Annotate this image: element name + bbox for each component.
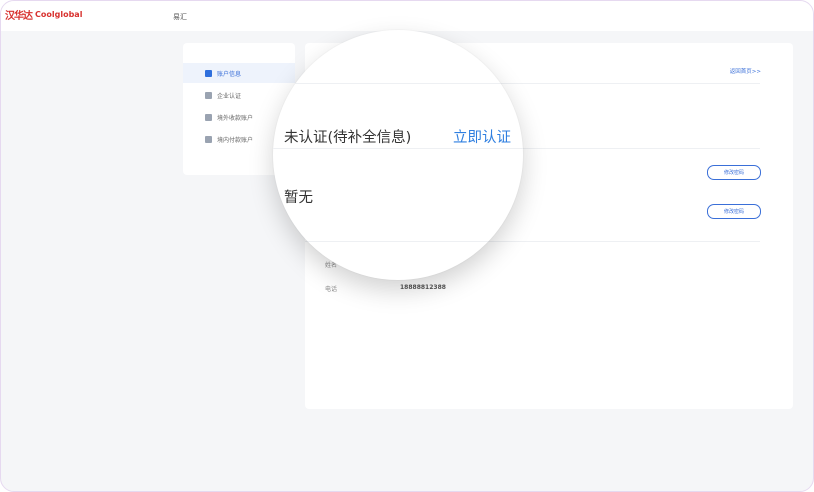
bank-card-icon	[205, 113, 212, 121]
user-icon	[205, 69, 212, 77]
sidebar-item-account-info[interactable]: 账户信息	[183, 63, 295, 83]
verification-status: 未认证(待补全信息)	[284, 130, 412, 146]
sidebar-item-label: 境内付款账户	[217, 136, 254, 144]
brand-name: Coolglobal	[35, 10, 83, 19]
zoom-magnifier: 未认证(待补全信息) 立即认证 暂无	[273, 30, 523, 280]
change-password-button[interactable]: 修改密码	[707, 204, 761, 219]
back-home-link[interactable]: 返回首页>>	[730, 67, 761, 75]
phone-label: 电话	[325, 286, 338, 293]
app-window: 汉华达 Coolglobal 易汇 账户信息 企业认证 境外收款账户 境内付款账…	[0, 0, 814, 492]
change-password-button[interactable]: 修改密码	[707, 165, 761, 180]
globe-icon	[205, 135, 212, 143]
verify-now-link[interactable]: 立即认证	[453, 126, 511, 147]
sidebar-item-company-cert[interactable]: 企业认证	[183, 85, 295, 105]
top-bar: 汉华达 Coolglobal 易汇	[1, 1, 813, 31]
sidebar-item-label: 账户信息	[217, 70, 242, 78]
brand-logo[interactable]: 汉华达 Coolglobal	[5, 7, 82, 22]
sidebar-item-label: 企业认证	[217, 92, 242, 100]
sidebar-item-label: 境外收款账户	[217, 114, 254, 122]
brand-mark: 汉华达	[5, 11, 33, 22]
divider	[273, 83, 523, 84]
phone-value: 18888812388	[400, 284, 446, 291]
topnav-item[interactable]: 易汇	[173, 12, 187, 22]
certificate-icon	[205, 91, 212, 99]
divider	[273, 241, 523, 242]
divider	[273, 148, 523, 149]
empty-value: 暂无	[284, 190, 313, 206]
